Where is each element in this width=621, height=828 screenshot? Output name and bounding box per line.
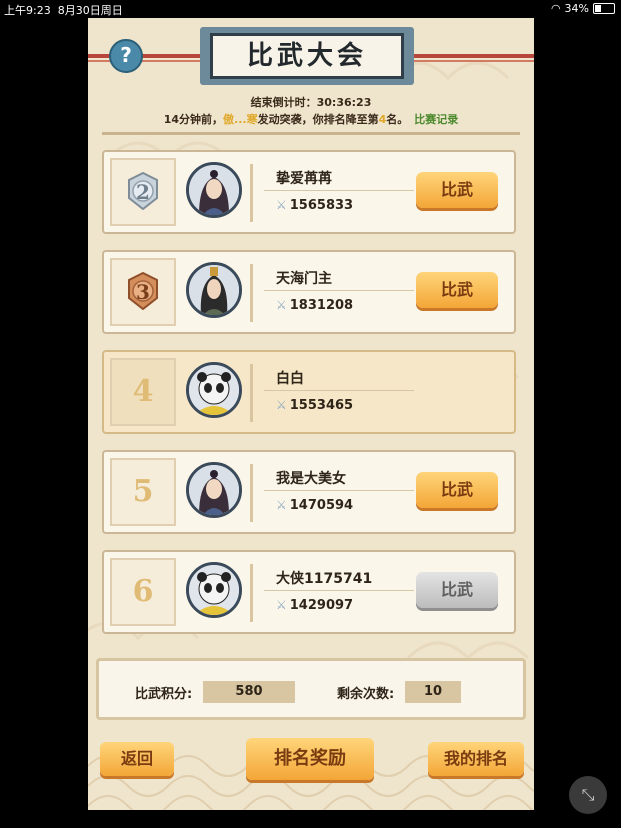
challenge-button[interactable]: 比武 bbox=[416, 272, 498, 308]
header: ? 比武大会 bbox=[88, 18, 534, 98]
female-hero-avatar-icon bbox=[189, 165, 239, 215]
separator bbox=[250, 164, 253, 222]
crossed-swords-icon: ⚔ bbox=[276, 398, 287, 412]
power-value: 1565833 bbox=[289, 198, 354, 213]
power-value: 1470594 bbox=[289, 498, 354, 513]
rank-number: 2 bbox=[136, 180, 150, 204]
rank-slot: 4 bbox=[110, 358, 176, 426]
separator bbox=[250, 464, 253, 522]
avatar[interactable] bbox=[186, 262, 242, 318]
separator bbox=[250, 564, 253, 622]
player-name: 天海门主 bbox=[276, 271, 332, 287]
crossed-swords-icon: ⚔ bbox=[276, 198, 287, 212]
divider bbox=[102, 132, 520, 135]
name-underline bbox=[264, 390, 414, 391]
name-underline bbox=[264, 290, 414, 291]
separator bbox=[250, 364, 253, 422]
battery-percent: 34% bbox=[564, 2, 589, 15]
notice-middle: 发动突袭，你排名降至第 bbox=[257, 113, 379, 126]
combat-power: ⚔ 1831208 bbox=[276, 298, 353, 313]
challenge-button[interactable]: 比武 bbox=[416, 172, 498, 208]
notice-prefix: 14分钟前， bbox=[163, 113, 224, 126]
status-time-date: 上午9:23 8月30日周日 bbox=[4, 4, 123, 17]
crossed-swords-icon: ⚔ bbox=[276, 498, 287, 512]
player-name: 白白 bbox=[276, 371, 304, 387]
player-name: 大侠1175741 bbox=[276, 571, 373, 587]
my-rank-button[interactable]: 我的排名 bbox=[428, 742, 524, 776]
remaining-label: 剩余次数: bbox=[337, 687, 395, 702]
status-right: ◠ 34% bbox=[551, 2, 615, 15]
help-button[interactable]: ? bbox=[109, 39, 143, 73]
challenge-button[interactable]: 比武 bbox=[416, 472, 498, 508]
male-hero-avatar-icon bbox=[189, 265, 239, 315]
panda-avatar-icon bbox=[189, 565, 239, 615]
rank-slot: 2 bbox=[110, 158, 176, 226]
notice-attacker: 傲...寒 bbox=[223, 113, 258, 126]
player-card: 5 我是大美女 ⚔ 1470594 比武 bbox=[102, 450, 516, 534]
status-bar: 上午9:23 8月30日周日 ◠ 34% bbox=[0, 0, 621, 17]
match-record-link[interactable]: 比赛记录 bbox=[414, 113, 458, 126]
rank-number: 5 bbox=[132, 474, 154, 509]
avatar[interactable] bbox=[186, 362, 242, 418]
rank-slot: 3 bbox=[110, 258, 176, 326]
avatar[interactable] bbox=[186, 162, 242, 218]
avatar[interactable] bbox=[186, 462, 242, 518]
score-box: 比武积分: 580 剩余次数: 10 bbox=[96, 658, 526, 720]
combat-power: ⚔ 1565833 bbox=[276, 198, 353, 213]
rank-slot: 6 bbox=[110, 558, 176, 626]
countdown-value: 30:36:23 bbox=[316, 96, 372, 109]
challenge-button-disabled[interactable]: 比武 bbox=[416, 572, 498, 608]
back-button[interactable]: 返回 bbox=[100, 742, 174, 776]
power-value: 1553465 bbox=[289, 398, 354, 413]
player-card: 6 大侠1175741 ⚔ 1429097 比武 bbox=[102, 550, 516, 634]
rank-number: 6 bbox=[132, 574, 154, 609]
player-name: 我是大美女 bbox=[276, 471, 346, 487]
combat-power: ⚔ 1553465 bbox=[276, 398, 353, 413]
battery-icon bbox=[593, 3, 615, 14]
question-icon: ? bbox=[120, 43, 132, 67]
wifi-icon: ◠ bbox=[550, 2, 561, 15]
player-card: 2 挚爱苒苒 ⚔ 1565833 比武 bbox=[102, 150, 516, 234]
attack-notice: 14分钟前，傲...寒发动突袭，你排名降至第4名。 比赛记录 bbox=[88, 111, 534, 127]
combat-power: ⚔ 1470594 bbox=[276, 498, 353, 513]
name-underline bbox=[264, 490, 414, 491]
countdown-label: 结束倒计时： bbox=[250, 96, 317, 109]
shrink-icon[interactable]: ⤡ bbox=[569, 776, 607, 814]
combat-power: ⚔ 1429097 bbox=[276, 598, 353, 613]
title-frame: 比武大会 bbox=[200, 27, 414, 85]
countdown: 结束倒计时：30:36:23 bbox=[88, 94, 534, 110]
female-hero-avatar-icon bbox=[189, 465, 239, 515]
rank-number: 4 bbox=[132, 374, 154, 409]
crossed-swords-icon: ⚔ bbox=[276, 298, 287, 312]
panda-avatar-icon bbox=[189, 365, 239, 415]
name-underline bbox=[264, 590, 414, 591]
crossed-swords-icon: ⚔ bbox=[276, 598, 287, 612]
player-card-self: 4 白白 ⚔ 1553465 bbox=[102, 350, 516, 434]
power-value: 1831208 bbox=[289, 298, 354, 313]
name-underline bbox=[264, 190, 414, 191]
rank-rewards-button[interactable]: 排名奖励 bbox=[246, 738, 374, 780]
rank-number: 3 bbox=[136, 280, 150, 304]
player-name: 挚爱苒苒 bbox=[276, 171, 332, 187]
power-value: 1429097 bbox=[289, 598, 354, 613]
separator bbox=[250, 264, 253, 322]
points-value: 580 bbox=[203, 681, 295, 703]
notice-suffix: 名。 bbox=[386, 113, 409, 126]
avatar[interactable] bbox=[186, 562, 242, 618]
remaining-value: 10 bbox=[405, 681, 461, 703]
tournament-panel: ? 比武大会 结束倒计时：30:36:23 14分钟前，傲...寒发动突袭，你排… bbox=[88, 18, 534, 810]
rank-slot: 5 bbox=[110, 458, 176, 526]
points-label: 比武积分: bbox=[135, 687, 193, 702]
page-title: 比武大会 bbox=[210, 33, 404, 79]
player-card: 3 天海门主 ⚔ 1831208 比武 bbox=[102, 250, 516, 334]
